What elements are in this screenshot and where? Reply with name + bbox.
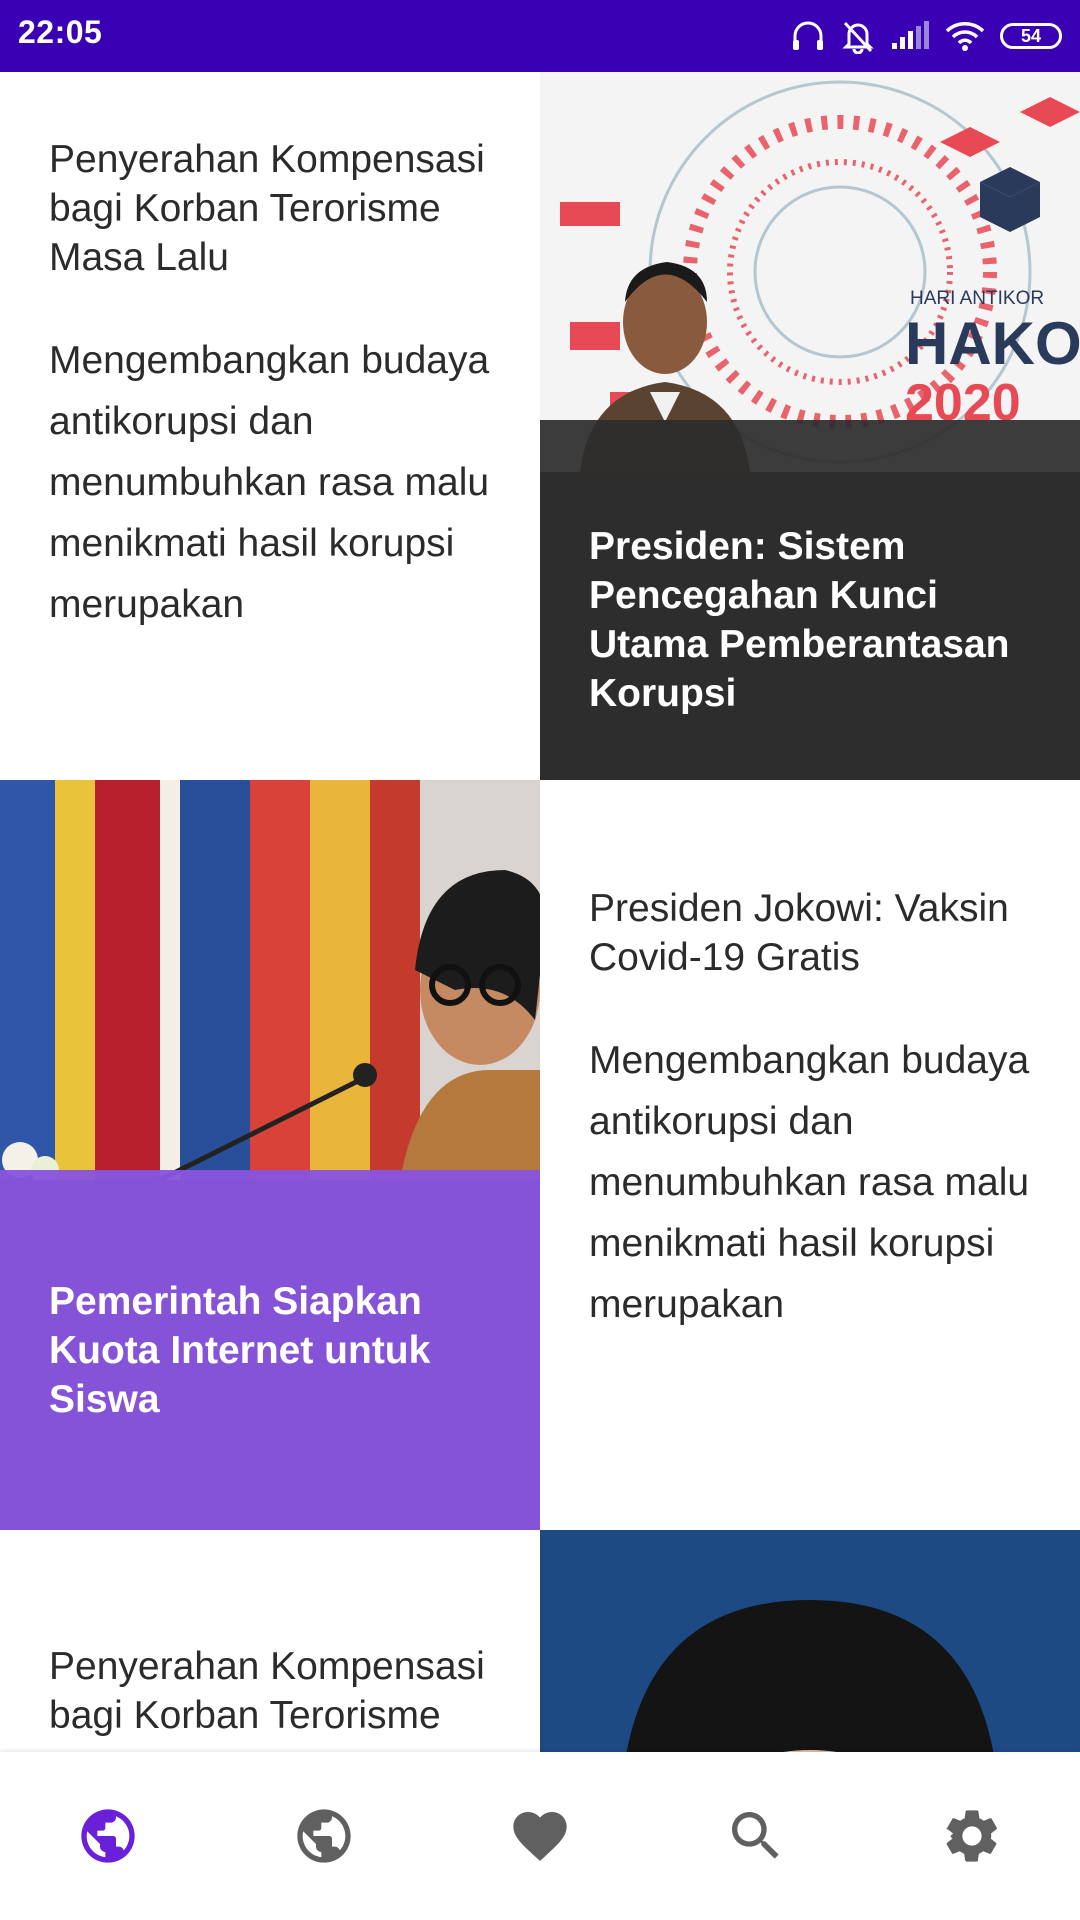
news-feed[interactable]: Penyerahan Kompensasi bagi Korban Terori… [0, 72, 1080, 1752]
news-card-image[interactable] [540, 1530, 1080, 1752]
battery-icon: 54 [1000, 23, 1062, 49]
news-title: Pemerintah Siapkan Kuota Internet untuk … [49, 1280, 431, 1421]
nav-favorites[interactable] [480, 1776, 600, 1896]
news-card[interactable]: Presiden Jokowi: Vaksin Covid-19 Gratis … [540, 780, 1080, 1530]
news-title: Penyerahan Kompensasi bagi Korban Terori… [49, 1645, 485, 1737]
bell-off-icon [840, 18, 876, 54]
headphones-icon [790, 18, 826, 54]
nav-explore[interactable] [264, 1776, 384, 1896]
gear-icon [940, 1804, 1004, 1868]
heart-icon [508, 1804, 572, 1868]
news-photo-minister [0, 780, 540, 1180]
signal-icon [890, 21, 930, 51]
wifi-icon [944, 20, 986, 52]
app-root: 22:05 54 Penyerahan Kompensasi bagi Korb… [0, 0, 1080, 1920]
search-icon [724, 1804, 788, 1868]
news-overlay: Presiden: Sistem Pencegahan Kunci Utama … [540, 420, 1080, 780]
news-title: Presiden: Sistem Pencegahan Kunci Utama … [589, 525, 1010, 715]
bottom-navigation [0, 1752, 1080, 1920]
news-card[interactable]: Penyerahan Kompensasi bagi Korban Terori… [0, 72, 540, 780]
news-title: Penyerahan Kompensasi bagi Korban Terori… [49, 138, 485, 279]
news-photo-hakordia: HARI ANTIKOR HAKO 2020 [540, 72, 1080, 472]
news-excerpt: Mengembangkan budaya antikorupsi dan men… [49, 339, 490, 626]
news-title: Presiden Jokowi: Vaksin Covid-19 Gratis [589, 887, 1009, 979]
svg-text:HAKO: HAKO [905, 310, 1080, 377]
news-card[interactable]: Penyerahan Kompensasi bagi Korban Terori… [0, 1530, 540, 1752]
status-icons: 54 [790, 0, 1062, 72]
nav-home[interactable] [48, 1776, 168, 1896]
news-overlay: Pemerintah Siapkan Kuota Internet untuk … [0, 1170, 540, 1530]
news-excerpt: Mengembangkan budaya antikorupsi dan men… [589, 1039, 1030, 1326]
news-card-image[interactable]: Pemerintah Siapkan Kuota Internet untuk … [0, 780, 540, 1530]
status-bar: 22:05 54 [0, 0, 1080, 72]
globe-icon-active [76, 1804, 140, 1868]
news-card-image[interactable]: HARI ANTIKOR HAKO 2020 Presiden: Sistem … [540, 72, 1080, 780]
nav-search[interactable] [696, 1776, 816, 1896]
news-photo-portrait [540, 1530, 1080, 1752]
globe-icon [292, 1804, 356, 1868]
nav-settings[interactable] [912, 1776, 1032, 1896]
status-time: 22:05 [18, 14, 103, 50]
svg-text:HARI ANTIKOR: HARI ANTIKOR [910, 288, 1044, 309]
